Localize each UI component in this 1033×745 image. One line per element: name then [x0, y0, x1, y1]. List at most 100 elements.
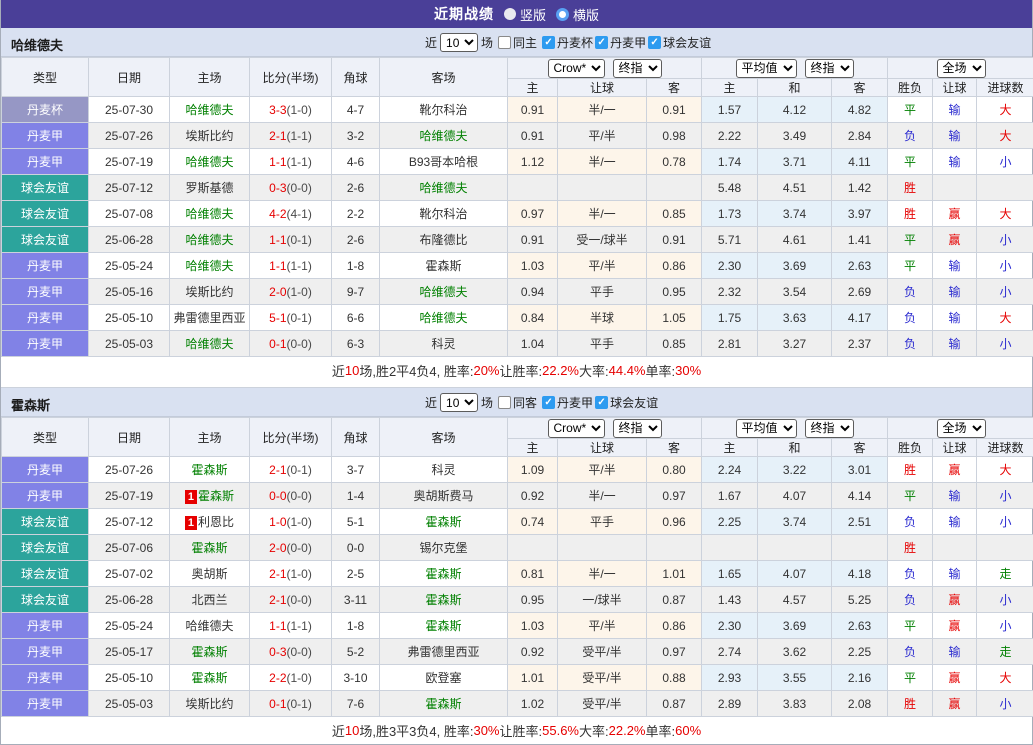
match-date: 25-05-10: [89, 305, 170, 331]
league-filter[interactable]: ✓丹麦甲: [540, 394, 593, 411]
recent-count-select[interactable]: 10: [440, 393, 478, 412]
avg-home-odds: 1.65: [702, 561, 758, 587]
scope-select[interactable]: 全场: [937, 59, 986, 78]
league-filter[interactable]: ✓丹麦杯: [540, 34, 593, 51]
average-period-select[interactable]: 终指: [805, 59, 854, 78]
away-team[interactable]: 科灵: [380, 331, 508, 357]
summary-line: 近10场,胜3平3负4, 胜率:30% 让胜率:55.6% 大率:22.2% 单…: [1, 717, 1032, 744]
away-team[interactable]: 布隆德比: [380, 227, 508, 253]
away-team[interactable]: 欧登塞: [380, 665, 508, 691]
odds-period-select[interactable]: 终指: [613, 419, 662, 438]
home-team[interactable]: 霍森斯: [170, 639, 250, 665]
away-team[interactable]: 霍森斯: [380, 613, 508, 639]
same-venue-filter[interactable]: ✓ 同客: [496, 394, 537, 411]
avg-home-odds: 2.30: [702, 253, 758, 279]
league-checkbox[interactable]: ✓: [595, 36, 608, 49]
goals-result: 小: [977, 253, 1033, 279]
home-team[interactable]: 奥胡斯: [170, 561, 250, 587]
away-team[interactable]: 霍森斯: [380, 587, 508, 613]
score: 2-1(0-1): [250, 457, 332, 483]
layout-radio-vertical[interactable]: 竖版: [504, 5, 546, 24]
home-team[interactable]: 哈维德夫: [170, 331, 250, 357]
handicap-result: 输: [933, 97, 977, 123]
radio-selected-icon[interactable]: [556, 8, 569, 21]
handicap-result: 输: [933, 305, 977, 331]
home-team[interactable]: 埃斯比约: [170, 123, 250, 149]
recent-count-select[interactable]: 10: [440, 33, 478, 52]
outcome-result: 负: [888, 279, 933, 305]
home-team[interactable]: 霍森斯: [170, 665, 250, 691]
league-filter[interactable]: ✓丹麦甲: [593, 34, 646, 51]
col-corner: 角球: [332, 418, 380, 457]
average-period-select[interactable]: 终指: [805, 419, 854, 438]
league-type-badge: 球会友谊: [2, 201, 89, 227]
away-team[interactable]: 霍森斯: [380, 509, 508, 535]
avg-draw-odds: 3.27: [758, 331, 832, 357]
corner-count: 2-6: [332, 175, 380, 201]
handicap-away-odds: 0.80: [647, 457, 702, 483]
away-team[interactable]: 靴尔科治: [380, 201, 508, 227]
odds-source-select[interactable]: Crow*: [548, 59, 605, 78]
average-source-select[interactable]: 平均值: [736, 59, 797, 78]
score: 1-1(1-1): [250, 149, 332, 175]
home-team[interactable]: 埃斯比约: [170, 691, 250, 717]
odds-source-select[interactable]: Crow*: [548, 419, 605, 438]
same-venue-checkbox[interactable]: ✓: [498, 396, 511, 409]
goals-result: 小: [977, 279, 1033, 305]
avg-away-odds: 2.84: [832, 123, 888, 149]
sub-col-label: 主: [508, 79, 558, 97]
league-checkbox[interactable]: ✓: [595, 396, 608, 409]
avg-draw-odds: 4.61: [758, 227, 832, 253]
sub-col-label: 客: [832, 79, 888, 97]
col-away: 客场: [380, 58, 508, 97]
radio-unselected-icon[interactable]: [504, 8, 516, 20]
summary-segment: 22.2%: [542, 363, 579, 378]
home-team[interactable]: 哈维德夫: [170, 613, 250, 639]
home-team[interactable]: 哈维德夫: [170, 201, 250, 227]
league-checkbox[interactable]: ✓: [648, 36, 661, 49]
away-team[interactable]: 霍森斯: [380, 253, 508, 279]
same-venue-checkbox[interactable]: ✓: [498, 36, 511, 49]
home-team[interactable]: 北西兰: [170, 587, 250, 613]
away-team[interactable]: 哈维德夫: [380, 175, 508, 201]
handicap-result: 输: [933, 639, 977, 665]
handicap-line: 受一/球半: [558, 227, 647, 253]
handicap-home-odds: [508, 535, 558, 561]
away-team[interactable]: 哈维德夫: [380, 279, 508, 305]
league-filter[interactable]: ✓球会友谊: [593, 394, 658, 411]
home-team[interactable]: 哈维德夫: [170, 227, 250, 253]
away-team[interactable]: 奥胡斯费马: [380, 483, 508, 509]
sub-col-label: 客: [647, 439, 702, 457]
home-team[interactable]: 埃斯比约: [170, 279, 250, 305]
away-team[interactable]: 弗雷德里西亚: [380, 639, 508, 665]
home-team[interactable]: 1利恩比: [170, 509, 250, 535]
away-team[interactable]: B93哥本哈根: [380, 149, 508, 175]
scope-select[interactable]: 全场: [937, 419, 986, 438]
summary-segment: 场,胜2平4负4, 胜率:: [359, 361, 473, 380]
league-checkbox[interactable]: ✓: [542, 36, 555, 49]
home-team[interactable]: 弗雷德里西亚: [170, 305, 250, 331]
home-team[interactable]: 哈维德夫: [170, 97, 250, 123]
layout-radio-horizontal[interactable]: 横版: [556, 5, 599, 24]
home-team[interactable]: 霍森斯: [170, 457, 250, 483]
match-row: 丹麦甲25-05-03埃斯比约0-1(0-1)7-6霍森斯1.02受平/半0.8…: [2, 691, 1033, 717]
home-team[interactable]: 1霍森斯: [170, 483, 250, 509]
league-checkbox[interactable]: ✓: [542, 396, 555, 409]
average-source-select[interactable]: 平均值: [736, 419, 797, 438]
home-team[interactable]: 哈维德夫: [170, 253, 250, 279]
away-team[interactable]: 哈维德夫: [380, 305, 508, 331]
away-team[interactable]: 霍森斯: [380, 561, 508, 587]
away-team[interactable]: 锡尔克堡: [380, 535, 508, 561]
away-team[interactable]: 霍森斯: [380, 691, 508, 717]
league-filter[interactable]: ✓球会友谊: [646, 34, 711, 51]
same-venue-filter[interactable]: ✓ 同主: [496, 34, 537, 51]
home-team[interactable]: 哈维德夫: [170, 149, 250, 175]
away-team[interactable]: 靴尔科治: [380, 97, 508, 123]
handicap-away-odds: 0.96: [647, 509, 702, 535]
away-team[interactable]: 科灵: [380, 457, 508, 483]
away-team[interactable]: 哈维德夫: [380, 123, 508, 149]
home-team[interactable]: 罗斯基德: [170, 175, 250, 201]
home-team[interactable]: 霍森斯: [170, 535, 250, 561]
odds-period-select[interactable]: 终指: [613, 59, 662, 78]
handicap-line: 一/球半: [558, 587, 647, 613]
